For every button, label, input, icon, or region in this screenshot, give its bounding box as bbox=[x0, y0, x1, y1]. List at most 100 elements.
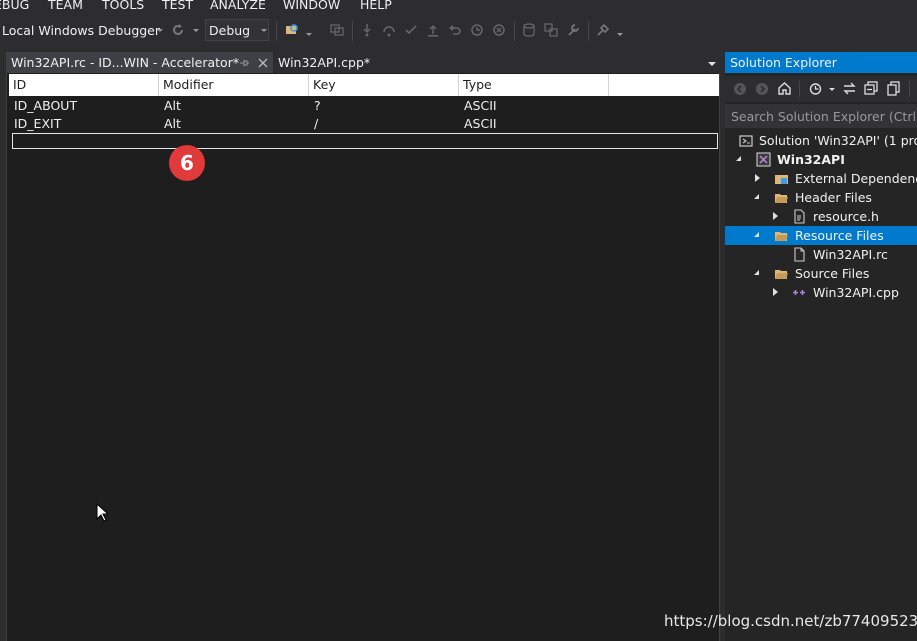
collapsed-arrow-icon[interactable] bbox=[773, 288, 778, 296]
column-header-key[interactable]: Key bbox=[309, 74, 459, 96]
tree-item-source-files[interactable]: Source Files bbox=[725, 264, 917, 283]
collapse-all-icon[interactable] bbox=[864, 81, 879, 96]
solution-explorer-toolbar bbox=[725, 76, 917, 102]
step-number-badge: 6 bbox=[169, 145, 205, 181]
pin-icon[interactable] bbox=[239, 58, 249, 68]
step-into-icon[interactable] bbox=[360, 23, 374, 37]
expanded-arrow-icon[interactable] bbox=[754, 194, 759, 199]
solution-search-box[interactable] bbox=[725, 104, 917, 128]
cell-type[interactable]: ASCII bbox=[464, 98, 497, 113]
chevron-down-icon[interactable] bbox=[829, 88, 835, 91]
forward-icon[interactable] bbox=[755, 82, 769, 96]
collapsed-arrow-icon[interactable] bbox=[755, 174, 760, 182]
collapsed-arrow-icon[interactable] bbox=[773, 212, 778, 220]
table-row[interactable]: ID_EXIT Alt / ASCII bbox=[9, 115, 719, 133]
table-row[interactable]: ID_ABOUT Alt ? ASCII bbox=[9, 97, 719, 115]
tree-item-resource-files[interactable]: Resource Files bbox=[725, 226, 917, 245]
menu-debug[interactable]: EBUG bbox=[0, 0, 29, 12]
cpp-file-icon bbox=[793, 290, 805, 295]
home-icon[interactable] bbox=[777, 81, 792, 96]
column-header-modifier[interactable]: Modifier bbox=[159, 74, 309, 96]
cell-modifier[interactable]: Alt bbox=[164, 116, 181, 131]
solution-icon bbox=[739, 135, 753, 147]
tree-item-label: Solution 'Win32API' (1 project) bbox=[759, 133, 917, 148]
expanded-arrow-icon[interactable] bbox=[754, 270, 759, 275]
tree-item-label: Win32API.rc bbox=[813, 247, 888, 262]
show-all-files-icon[interactable] bbox=[886, 81, 901, 96]
tree-item-label: Win32API bbox=[777, 152, 845, 167]
tree-item-external-dependencies[interactable]: External Dependencies bbox=[725, 169, 917, 188]
new-accelerator-row[interactable] bbox=[12, 133, 718, 149]
refresh-icon[interactable] bbox=[492, 23, 506, 37]
tree-item-label: Resource Files bbox=[795, 228, 884, 243]
cell-id[interactable]: ID_ABOUT bbox=[14, 98, 77, 113]
cell-key[interactable]: ? bbox=[314, 98, 321, 113]
chevron-down-icon bbox=[261, 29, 267, 32]
cell-type[interactable]: ASCII bbox=[464, 116, 497, 131]
accelerator-editor: ID Modifier Key Type ID_ABOUT Alt ? ASCI… bbox=[6, 73, 720, 641]
header-file-icon bbox=[794, 209, 805, 224]
solution-explorer-panel: Solution Explorer Solution 'Win32API' (1… bbox=[725, 52, 917, 641]
solution-config-value: Debug bbox=[209, 23, 251, 38]
close-icon[interactable] bbox=[258, 58, 268, 68]
tree-item-win32api-cpp[interactable]: Win32API.cpp bbox=[725, 283, 917, 302]
menu-help[interactable]: HELP bbox=[360, 0, 392, 12]
menu-window[interactable]: WINDOW bbox=[283, 0, 340, 12]
toolbar-separator bbox=[352, 21, 353, 41]
menu-analyze[interactable]: ANALYZE bbox=[210, 0, 266, 12]
expanded-arrow-icon[interactable] bbox=[736, 156, 741, 161]
tab-label: Win32API.rc - ID...WIN - Accelerator* bbox=[11, 55, 240, 70]
start-debugger-button[interactable]: Local Windows Debugger bbox=[2, 23, 160, 38]
tree-item-header-files[interactable]: Header Files bbox=[725, 188, 917, 207]
toolbar-separator bbox=[514, 21, 515, 41]
external-dependencies-icon bbox=[775, 175, 788, 184]
tools-icon[interactable] bbox=[596, 23, 610, 37]
tab-list-dropdown-icon[interactable] bbox=[708, 62, 716, 66]
undo-icon[interactable] bbox=[448, 23, 462, 37]
watermark-url: https://blog.csdn.net/zb774095236 bbox=[664, 612, 917, 630]
debugger-dropdown-icon[interactable] bbox=[157, 29, 163, 32]
solution-config-select[interactable]: Debug bbox=[205, 19, 269, 41]
folder-open-icon bbox=[775, 270, 788, 279]
windows-icon[interactable] bbox=[330, 23, 344, 37]
cell-key[interactable]: / bbox=[314, 116, 318, 131]
panel-title: Solution Explorer bbox=[730, 55, 837, 70]
tree-item-project[interactable]: Win32API bbox=[725, 150, 917, 169]
history-icon[interactable] bbox=[470, 23, 484, 37]
checkmark-icon[interactable] bbox=[404, 23, 418, 37]
column-header-type[interactable]: Type bbox=[459, 74, 609, 96]
menu-tools[interactable]: TOOLS bbox=[102, 0, 144, 12]
restart-dropdown-icon[interactable] bbox=[193, 29, 199, 32]
tree-item-solution[interactable]: Solution 'Win32API' (1 project) bbox=[725, 131, 917, 150]
find-in-files-icon[interactable] bbox=[285, 23, 299, 37]
sync-icon[interactable] bbox=[842, 81, 857, 96]
solution-explorer-titlebar[interactable]: Solution Explorer bbox=[725, 52, 917, 73]
restart-icon[interactable] bbox=[171, 23, 185, 37]
step-out-icon[interactable] bbox=[426, 23, 440, 37]
cpp-project-icon bbox=[756, 152, 771, 167]
cell-modifier[interactable]: Alt bbox=[164, 98, 181, 113]
expanded-arrow-icon[interactable] bbox=[754, 232, 759, 237]
solution-search-input[interactable] bbox=[725, 104, 917, 128]
cell-id[interactable]: ID_EXIT bbox=[14, 116, 61, 131]
compare-icon[interactable] bbox=[544, 23, 558, 37]
mouse-cursor-icon bbox=[96, 503, 108, 522]
tree-item-resource-h[interactable]: resource.h bbox=[725, 207, 917, 226]
menu-team[interactable]: TEAM bbox=[48, 0, 83, 12]
toolbar-separator bbox=[588, 21, 589, 41]
find-dropdown-icon[interactable] bbox=[306, 33, 312, 36]
tree-item-label: Win32API.cpp bbox=[813, 285, 899, 300]
debug-toolbar: Local Windows Debugger Debug bbox=[0, 16, 917, 46]
tools-dropdown-icon[interactable] bbox=[617, 33, 623, 36]
column-header-id[interactable]: ID bbox=[9, 74, 159, 96]
tab-label: Win32API.cpp* bbox=[278, 55, 371, 70]
toolbar-separator bbox=[909, 81, 910, 97]
wrench-icon[interactable] bbox=[566, 23, 580, 37]
step-over-icon[interactable] bbox=[382, 23, 396, 37]
tab-accelerator-editor[interactable]: Win32API.rc - ID...WIN - Accelerator* bbox=[6, 52, 273, 73]
pending-changes-icon[interactable] bbox=[808, 81, 823, 96]
menu-test[interactable]: TEST bbox=[162, 0, 193, 12]
tree-item-win32api-rc[interactable]: Win32API.rc bbox=[725, 245, 917, 264]
back-icon[interactable] bbox=[733, 82, 747, 96]
database-icon[interactable] bbox=[522, 23, 536, 37]
